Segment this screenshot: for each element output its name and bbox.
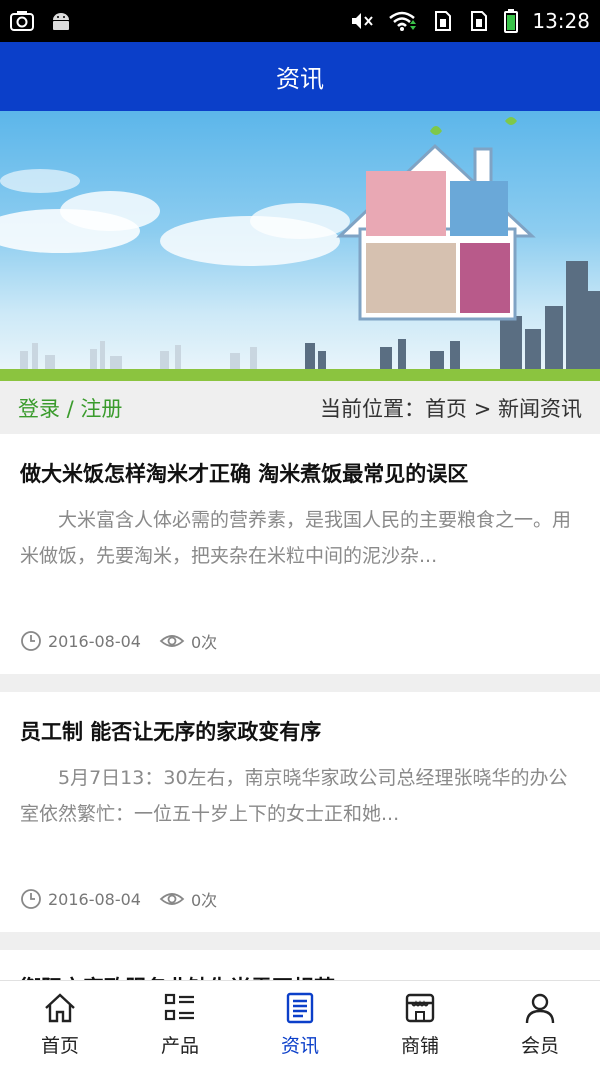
status-bar: 13:28	[0, 0, 600, 42]
article-meta: 2016-08-04 0次	[20, 887, 580, 911]
mute-icon	[350, 10, 374, 32]
clock-icon	[21, 631, 41, 651]
app-header: 资讯	[0, 42, 600, 111]
shop-icon	[405, 993, 435, 1023]
article-views: 0次	[190, 633, 218, 652]
home-icon	[45, 993, 75, 1023]
battery-icon	[504, 9, 519, 33]
bottom-nav: 首页 产品 资讯 商铺 会员	[0, 980, 600, 1067]
page-title: 资讯	[276, 65, 324, 93]
wifi-icon	[388, 10, 418, 32]
breadcrumb: 当前位置：首页 > 新闻资讯	[320, 396, 582, 421]
nav-home-label: 首页	[40, 1035, 79, 1057]
banner-illustration	[0, 117, 600, 381]
article-views: 0次	[190, 891, 218, 910]
article-card[interactable]: 做大米饭怎样淘米才正确 淘米煮饭最常见的误区 大米富含人体必需的营养素，是我国人…	[0, 434, 600, 674]
sim2-icon	[468, 10, 490, 32]
clock-icon	[21, 889, 41, 909]
user-icon	[525, 993, 555, 1024]
nav-news[interactable]: 资讯	[240, 981, 360, 1067]
news-icon	[286, 992, 314, 1024]
nav-shop[interactable]: 商铺	[360, 981, 480, 1067]
android-icon	[50, 10, 72, 32]
banner-image[interactable]	[0, 111, 600, 381]
article-date: 2016-08-04	[48, 631, 141, 651]
sim1-icon	[432, 10, 454, 32]
status-time: 13:28	[532, 9, 590, 33]
nav-news-label: 资讯	[280, 1035, 319, 1057]
article-date: 2016-08-04	[48, 889, 141, 909]
nav-home[interactable]: 首页	[0, 981, 120, 1067]
eye-icon	[159, 635, 185, 647]
nav-products-label: 产品	[160, 1035, 199, 1057]
location-bar: 登录 / 注册 当前位置：首页 > 新闻资讯	[0, 381, 600, 434]
list-icon	[164, 993, 194, 1021]
screenshot-icon	[10, 10, 34, 32]
article-title[interactable]: 做大米饭怎样淘米才正确 淘米煮饭最常见的误区	[20, 434, 580, 488]
article-summary: 大米富含人体必需的营养素，是我国人民的主要粮食之一。用米做饭，先要淘米，把夹杂在…	[20, 509, 572, 567]
article-meta: 2016-08-04 0次	[20, 629, 580, 653]
article-title[interactable]: 员工制 能否让无序的家政变有序	[20, 692, 580, 746]
login-register-link[interactable]: 登录 / 注册	[18, 393, 122, 423]
eye-icon	[159, 893, 185, 905]
nav-products[interactable]: 产品	[120, 981, 240, 1067]
article-summary: 5月7日13：30左右，南京晓华家政公司总经理张晓华的办公室依然繁忙：一位五十岁…	[20, 767, 568, 825]
article-card[interactable]: 员工制 能否让无序的家政变有序 5月7日13：30左右，南京晓华家政公司总经理张…	[0, 692, 600, 932]
nav-shop-label: 商铺	[400, 1035, 439, 1057]
nav-member[interactable]: 会员	[480, 981, 600, 1067]
nav-member-label: 会员	[520, 1035, 559, 1057]
